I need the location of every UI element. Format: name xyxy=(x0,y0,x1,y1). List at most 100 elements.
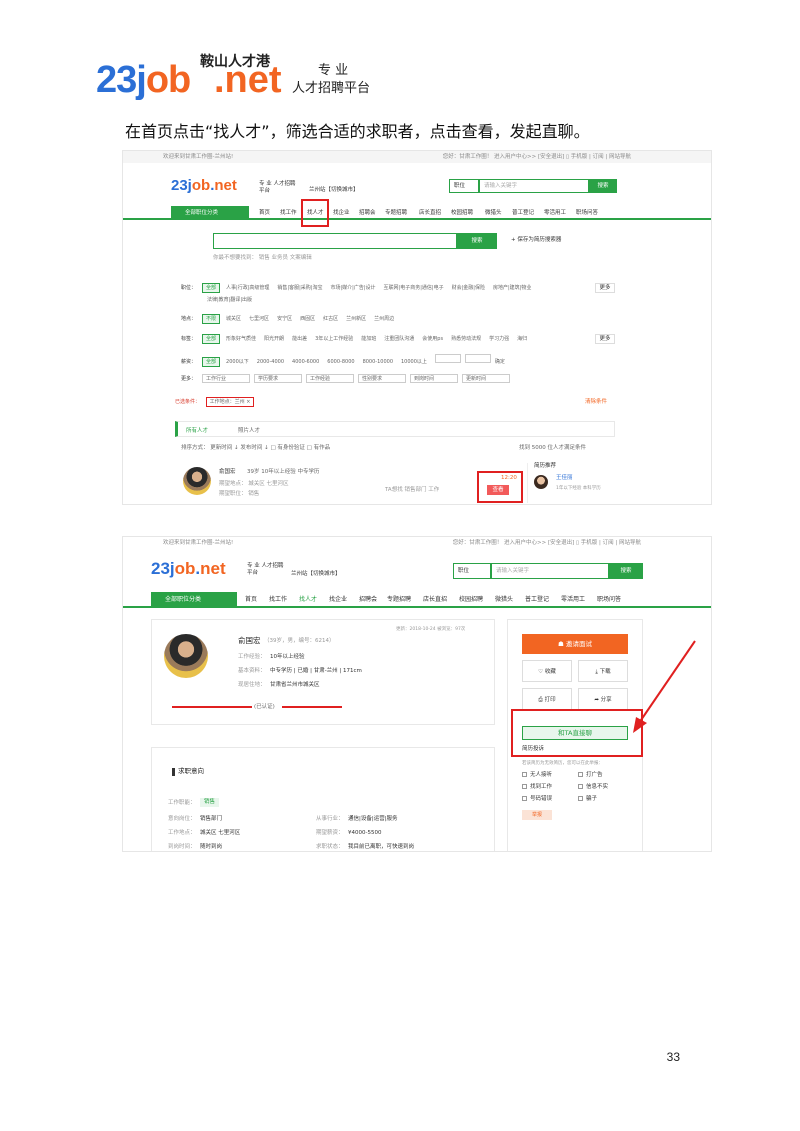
nav-campus[interactable]: 校园招聘 xyxy=(451,206,473,220)
talent-search-button[interactable]: 搜索 xyxy=(457,233,497,249)
nav-home[interactable]: 首页 xyxy=(245,592,257,606)
nav-special[interactable]: 专题招聘 xyxy=(385,206,407,220)
intent-job-label: 工作职能： xyxy=(168,800,196,806)
resume-name: 俞国宏 xyxy=(238,636,261,645)
resume-addr: 甘肃省兰州市城关区 xyxy=(270,682,320,688)
nav-all-categories[interactable]: 全部职位分类 xyxy=(171,206,249,220)
resume-avatar xyxy=(164,634,208,678)
report-reason-5[interactable]: 骗子 xyxy=(578,796,597,803)
top-bar: 欢迎来到甘肃工作圈-兰州站! 您好：甘肃工作圈！ 进入用户中心>> [安全退出]… xyxy=(123,151,711,163)
nav-qa[interactable]: 职场问答 xyxy=(597,592,621,606)
mini-logo-sub: 专 业 人才招聘平台 xyxy=(259,181,296,194)
nav-find-talent[interactable]: 找人才 xyxy=(299,592,317,606)
nav-find-company[interactable]: 找企业 xyxy=(333,206,350,220)
recommend-avatar[interactable] xyxy=(534,475,548,489)
nav-temp[interactable]: 零活用工 xyxy=(544,206,566,220)
sort-options[interactable]: 排序方式： 更新时间 ↓ 发布时间 ↓ □ 有身份验证 □ 有作品 xyxy=(181,445,330,452)
nav-home[interactable]: 首页 xyxy=(259,206,270,220)
instruction-text: 在首页点击“找人才”，筛选合适的求职者，点击查看，发起直聊。 xyxy=(125,122,590,141)
found-count: 找到 5000 位人才满足条件 xyxy=(519,445,586,451)
person-meta: 39岁 10年以上经验 中专学历 xyxy=(247,469,320,475)
salary-max-input[interactable] xyxy=(464,354,491,363)
nav-all-categories[interactable]: 全部职位分类 xyxy=(151,592,237,608)
nav-temp[interactable]: 零活用工 xyxy=(561,592,585,606)
report-reason-0[interactable]: 无人接听 xyxy=(522,772,552,779)
highlight-find-talent xyxy=(301,199,329,227)
search-button[interactable]: 搜索 xyxy=(589,179,617,193)
user-links[interactable]: 您好：甘肃工作圈！ 进入用户中心>> [安全退出] ▯ 手机版 | 订阅 | 网… xyxy=(443,151,631,163)
intent-sal-label: 期望薪资： xyxy=(316,830,344,836)
screenshot-search-talent: 欢迎来到甘肃工作圈-兰州站! 您好：甘肃工作圈！ 进入用户中心>> [安全退出]… xyxy=(122,150,712,505)
nav-special[interactable]: 专题招聘 xyxy=(387,592,411,606)
resume-meta: （39岁，男，编号：6214） xyxy=(264,638,335,644)
recommend-meta: 1年以下经验 本科学历 xyxy=(556,486,601,491)
intent-ind-label: 从事行业： xyxy=(316,816,344,822)
nav-manager[interactable]: 店长直招 xyxy=(419,206,441,220)
filter-job: 职位： 全部 人事|行政|高级管理 销售|客服|采购|淘宝 市场|媒介|广告|设计 互联网… xyxy=(181,283,532,293)
tab-photo-talent[interactable]: 照片人才 xyxy=(238,426,260,434)
tab-all-talent[interactable]: 所有人才 xyxy=(186,426,208,434)
mini-logo: 23job.net xyxy=(171,177,237,194)
person-name[interactable]: 俞国宏 xyxy=(219,469,236,476)
resume-basic: 中专学历 | 已婚 | 甘肃-兰州 | 171cm xyxy=(270,668,362,674)
selected-filters: 已选条件： 工作地点：兰州 × xyxy=(175,397,255,407)
highlight-view-button xyxy=(477,471,523,503)
more-button[interactable]: 更多 xyxy=(595,283,615,293)
report-reason-4[interactable]: 号码错误 xyxy=(522,796,552,803)
search-input[interactable]: 请输入关键字 xyxy=(479,179,589,193)
person-position: 期望职位： 销售 xyxy=(219,491,260,497)
search-button[interactable]: 搜索 xyxy=(609,563,643,579)
report-reason-1[interactable]: 打广告 xyxy=(578,772,603,779)
nav-campus[interactable]: 校园招聘 xyxy=(459,592,483,606)
search-select[interactable]: 职位 xyxy=(453,563,491,579)
nav-job-fair[interactable]: 招聘会 xyxy=(359,592,377,606)
city-switch[interactable]: 兰州站【切换城市】 xyxy=(309,187,359,194)
more-tag-button[interactable]: 更多 xyxy=(595,334,615,344)
intent-pos: 销售部门 xyxy=(200,816,223,822)
nav-find-job[interactable]: 找工作 xyxy=(280,206,297,220)
report-button[interactable]: 举报 xyxy=(522,810,552,820)
avatar[interactable] xyxy=(183,467,211,495)
nav-headhunter[interactable]: 微猎头 xyxy=(495,592,513,606)
salary-min-input[interactable] xyxy=(434,354,461,363)
nav-find-job[interactable]: 找工作 xyxy=(269,592,287,606)
nav-worker[interactable]: 普工登记 xyxy=(512,206,534,220)
nav-worker[interactable]: 普工登记 xyxy=(525,592,549,606)
nav-job-fair[interactable]: 招聘会 xyxy=(359,206,376,220)
nav-manager[interactable]: 店长直招 xyxy=(423,592,447,606)
nav-find-company[interactable]: 找企业 xyxy=(329,592,347,606)
top-bar: 欢迎来到甘肃工作圈-兰州站! 您好：甘肃工作圈！ 进入用户中心>> [安全退出]… xyxy=(123,537,711,549)
nav-qa[interactable]: 职场问答 xyxy=(576,206,598,220)
intent-arr-label: 到岗时间： xyxy=(168,844,196,850)
clear-filters[interactable]: 清除条件 xyxy=(585,399,607,406)
recommend-name[interactable]: 王佳丽 xyxy=(556,475,573,482)
report-reason-3[interactable]: 信息不实 xyxy=(578,784,608,791)
nav-headhunter[interactable]: 微猎头 xyxy=(485,206,502,220)
site-logo: 鞍山人才港 23job .net 专 业 人才招聘平台 xyxy=(96,54,396,105)
screenshot-resume-detail: 欢迎来到甘肃工作圈-兰州站! 您好：甘肃工作圈！ 进入用户中心>> [安全退出]… xyxy=(122,536,712,852)
redacted-contact xyxy=(172,706,252,708)
page-number: 33 xyxy=(666,1050,680,1064)
intent-title-marker xyxy=(172,768,175,776)
city-switch[interactable]: 兰州站【切换城市】 xyxy=(291,571,341,578)
save-search-link[interactable]: + 保存为简历搜索器 xyxy=(511,237,561,244)
filter-tag: 标签： 全部 形象好气质佳 阳光开朗 能出差 3年以上工作经验 能加班 注重团队沟通 会使用ps… xyxy=(181,334,528,344)
redacted-email xyxy=(282,706,342,708)
search-input[interactable]: 请输入关键字 xyxy=(491,563,609,579)
talent-search-input[interactable] xyxy=(213,233,457,249)
user-links[interactable]: 您好：甘肃工作圈！ 进入用户中心>> [安全退出] ▯ 手机版 | 订阅 | 网… xyxy=(453,537,641,549)
intent-card: 求职意向 工作职能： 销售 意向岗位： 销售部门 工作地点： 城关区 七里河区 … xyxy=(151,747,495,851)
main-nav: 全部职位分类 首页 找工作 找人才 找企业 招聘会 专题招聘 店长直招 校园招聘… xyxy=(123,592,711,608)
mini-logo-sub: 专 业 人才招聘平台 xyxy=(247,563,284,576)
resume-card: 更新：2018-10-24 被浏览：97次 俞国宏 （39岁，男，编号：6214… xyxy=(151,619,495,725)
report-reason-2[interactable]: 找到工作 xyxy=(522,784,552,791)
resume-recommend: 简历推荐 王佳丽 1年以下经验 本科学历 xyxy=(527,463,619,503)
filter-more: 更多： 工作行业 学历要求 工作经验 性别要求 到岗时间 更新时间 xyxy=(181,374,514,384)
filter-job-row2[interactable]: 法律|教育|翻译|出版 xyxy=(207,295,252,305)
logo-tagline-1: 专 业 xyxy=(318,63,349,78)
search-select[interactable]: 职位 xyxy=(449,179,479,193)
person-location: 期望地点： 城关区 七里河区 xyxy=(219,481,289,487)
selected-tag-location[interactable]: 工作地点：兰州 × xyxy=(205,397,255,407)
recommend-title: 简历推荐 xyxy=(534,463,557,469)
intent-sal: ¥4000-5500 xyxy=(348,830,382,836)
